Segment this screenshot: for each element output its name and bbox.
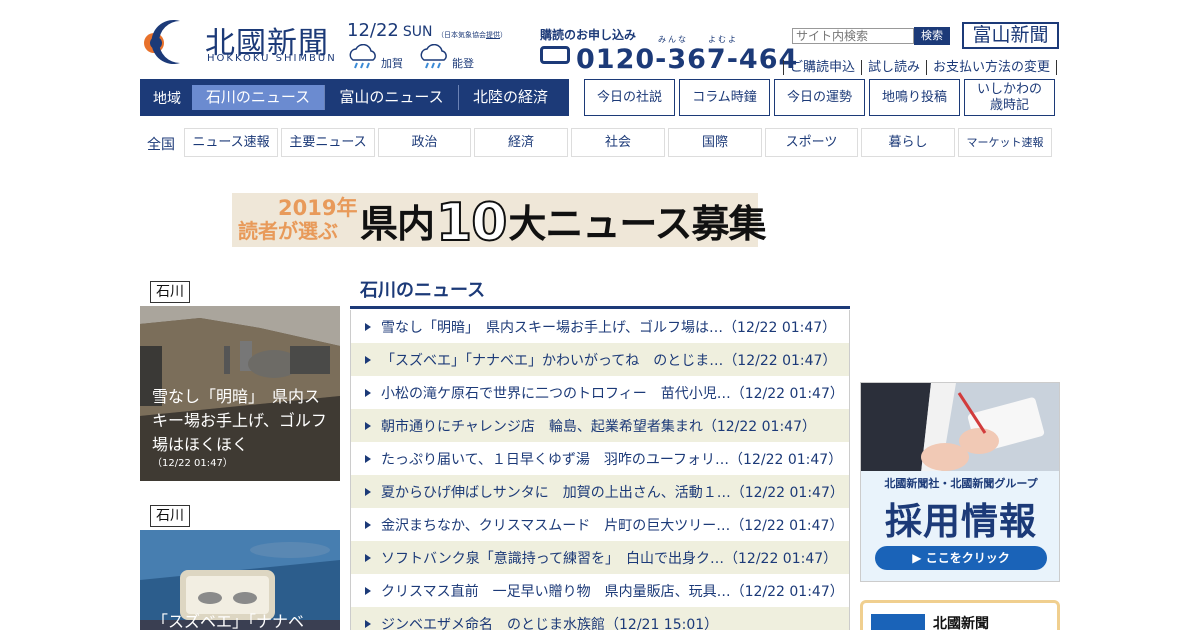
- arrow-icon: [365, 388, 371, 397]
- news-item[interactable]: 雪なし「明暗」 県内スキー場お手上げ、ゴルフ場は… （12/22 01:47）: [351, 310, 849, 343]
- horoscope-button[interactable]: 今日の運勢: [774, 79, 865, 116]
- rain-cloud-icon: [349, 44, 376, 69]
- weather-credit-link[interactable]: 提供: [486, 31, 500, 39]
- arrow-icon: [365, 454, 371, 463]
- cat-economy[interactable]: 経済: [474, 128, 568, 157]
- tab-ishikawa-news[interactable]: 石川のニュース: [192, 85, 324, 110]
- cat-market-news[interactable]: マーケット速報: [958, 128, 1052, 157]
- hokkoku-shimbun-ad[interactable]: 北國新聞: [860, 600, 1060, 630]
- weather-credit: （日本気象協会提供）: [437, 31, 507, 39]
- weather-area-label: 能登: [452, 57, 474, 70]
- news-item[interactable]: たっぷり届いて、１日早くゆず湯 羽咋のユーフォリ… （12/22 01:47）: [351, 442, 849, 475]
- weather-area-label: 加賀: [381, 57, 403, 70]
- banner-readers: 読者が選ぶ: [238, 219, 338, 243]
- region-tag: 石川: [150, 281, 190, 303]
- news-item[interactable]: 夏からひげ伸ばしサンタに 加賀の上出さん、活動１… （12/22 01:47）: [351, 475, 849, 508]
- news-list: 雪なし「明暗」 県内スキー場お手上げ、ゴルフ場は… （12/22 01:47） 「…: [350, 310, 850, 630]
- cat-breaking-news[interactable]: ニュース速報: [184, 128, 278, 157]
- arrow-icon: [365, 322, 371, 331]
- arrow-icon: [365, 355, 371, 364]
- card-time: （12/22 01:47）: [152, 458, 233, 469]
- banner-title: 県内10大ニュース募集: [360, 192, 767, 254]
- photo-card[interactable]: 石川 雪なし「明暗」 県内スキー場お手上げ、ゴルフ場はほくほく （12/22 0…: [140, 281, 340, 481]
- recruit-company: 北國新聞社・北國新聞グループ: [884, 477, 1038, 490]
- site-search-input[interactable]: [792, 28, 914, 44]
- recruit-click-button[interactable]: ▶ ここをクリック: [875, 546, 1047, 570]
- arrow-icon: [365, 619, 371, 628]
- top10-news-banner[interactable]: 2019年 読者が選ぶ 県内10大ニュース募集: [232, 183, 767, 254]
- rain-cloud-icon: [420, 44, 447, 69]
- search-button[interactable]: 検索: [914, 27, 950, 45]
- arrow-icon: [365, 520, 371, 529]
- toyama-shimbun-logo[interactable]: 富山新聞: [962, 22, 1059, 49]
- region-tag: 石川: [150, 505, 190, 527]
- current-date: 12/22 SUN: [347, 20, 433, 41]
- tab-toyama-news[interactable]: 富山のニュース: [324, 85, 458, 110]
- region-nav-label: 地域: [153, 91, 181, 107]
- arrow-icon: [365, 421, 371, 430]
- hokkoku-logo-mark[interactable]: [140, 17, 198, 65]
- link-payment-change[interactable]: お支払い方法の変更: [926, 60, 1058, 75]
- arrow-icon: [365, 586, 371, 595]
- weather-noto[interactable]: 能登: [418, 44, 498, 72]
- free-dial-icon: [540, 46, 570, 64]
- header-links: ご購読申込 試し読み お支払い方法の変更: [783, 56, 1058, 75]
- region-nav: 地域 石川のニュース 富山のニュース 北陸の経済: [140, 79, 569, 116]
- cat-sports[interactable]: スポーツ: [765, 128, 858, 157]
- newspaper-thumbnail: [871, 614, 925, 630]
- recruit-title: 採用情報: [885, 500, 1037, 543]
- ishikawa-almanac-button[interactable]: いしかわの 歳時記: [964, 79, 1055, 116]
- news-item[interactable]: 「スズベエ」「ナナベエ」かわいがってね のとじま… （12/22 01:47）: [351, 343, 849, 376]
- cat-society[interactable]: 社会: [571, 128, 665, 157]
- subscribe-phone[interactable]: 0120-367-464: [540, 44, 798, 75]
- subscribe-title: 購読のお申し込み: [540, 28, 637, 42]
- card-caption: 雪なし「明暗」 県内スキー場お手上げ、ゴルフ場はほくほく （12/22 01:4…: [152, 387, 327, 469]
- recruit-photo: [861, 383, 1059, 473]
- arrow-icon: [365, 553, 371, 562]
- news-item[interactable]: クリスマス直前 一足早い贈り物 県内量販店、玩具… （12/22 01:47）: [351, 574, 849, 607]
- site-logo-subtitle: HOKKOKU SHIMBUN: [207, 53, 337, 64]
- link-subscribe[interactable]: ご購読申込: [783, 60, 862, 75]
- cat-international[interactable]: 国際: [668, 128, 762, 157]
- news-item[interactable]: 朝市通りにチャレンジ店 輪島、起業希望者集まれ （12/22 01:47）: [351, 409, 849, 442]
- arrow-icon: [365, 487, 371, 496]
- recruit-ad[interactable]: 北國新聞社・北國新聞グループ 採用情報 ▶ ここをクリック: [860, 382, 1060, 582]
- news-item[interactable]: ソフトバンク泉「意識持って練習を」 白山で出身ク… （12/22 01:47）: [351, 541, 849, 574]
- reader-post-button[interactable]: 地鳴り投稿: [869, 79, 960, 116]
- link-trial[interactable]: 試し読み: [861, 60, 927, 75]
- cat-politics[interactable]: 政治: [378, 128, 471, 157]
- photo-card[interactable]: 石川 「スズベエ」「ナナベ: [140, 505, 340, 630]
- column-jisho-button[interactable]: コラム時鐘: [679, 79, 770, 116]
- ad-shimbun-name: 北國新聞: [933, 616, 989, 630]
- tab-hokuriku-economy[interactable]: 北陸の経済: [458, 85, 562, 110]
- cat-top-news[interactable]: 主要ニュース: [281, 128, 375, 157]
- news-item[interactable]: ジンベエザメ命名 のとじま水族館 （12/21 15:01）: [351, 607, 849, 630]
- news-section-heading: 石川のニュース: [360, 280, 486, 301]
- news-heading-rule: [350, 306, 850, 309]
- news-item[interactable]: 小松の滝ケ原石で世界に二つのトロフィー 苗代小児… （12/22 01:47）: [351, 376, 849, 409]
- card-caption: 「スズベエ」「ナナベ: [152, 612, 305, 630]
- news-item[interactable]: 金沢まちなか、クリスマスムード 片町の巨大ツリー… （12/22 01:47）: [351, 508, 849, 541]
- editorial-button[interactable]: 今日の社説: [584, 79, 675, 116]
- category-nav-label: 全国: [147, 137, 175, 153]
- cat-lifestyle[interactable]: 暮らし: [861, 128, 955, 157]
- weather-kaga[interactable]: 加賀: [347, 44, 427, 72]
